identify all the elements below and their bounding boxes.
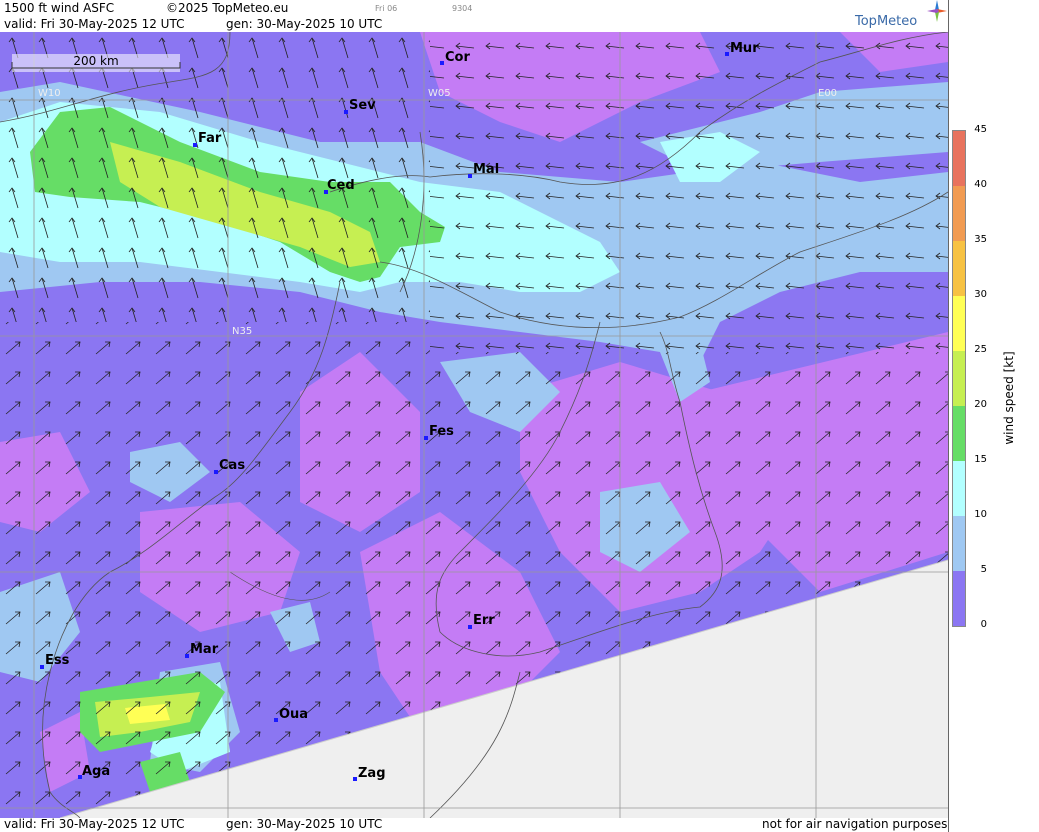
color-scale-5 (953, 571, 965, 626)
legend-tick: 45 (974, 124, 987, 135)
color-scale-10 (953, 516, 965, 571)
city-label: Ced (327, 178, 355, 193)
valid-time: valid: Fri 30-May-2025 12 UTC (4, 17, 185, 31)
city-ess[interactable]: Ess (40, 653, 70, 669)
city-zag[interactable]: Zag (353, 766, 386, 781)
footer-valid-time: valid: Fri 30-May-2025 12 UTC (4, 817, 185, 831)
chart-title: 1500 ft wind ASFC (4, 1, 115, 15)
city-label: Cas (219, 458, 245, 473)
color-scale-40 (953, 186, 965, 241)
disclaimer: not for air navigation purposes (762, 817, 948, 831)
color-scale-15 (953, 461, 965, 516)
city-label: Err (473, 613, 495, 628)
logo-text: TopMeteo (855, 14, 918, 29)
city-label: Aga (82, 764, 110, 779)
city-label: Ess (45, 653, 70, 668)
city-label: Sev (349, 98, 376, 113)
legend-title: wind speed [kt] (1002, 351, 1016, 445)
legend-panel: 45 40 35 30 25 20 15 10 5 0 wind speed [… (948, 0, 1039, 832)
city-oua[interactable]: Oua (274, 707, 308, 722)
footer-generated-time: gen: 30-May-2025 10 UTC (226, 817, 383, 831)
scale-bar: 200 km (11, 54, 181, 72)
city-cas[interactable]: Cas (214, 458, 245, 474)
city-aga[interactable]: Aga (78, 764, 110, 779)
city-label: Mur (730, 41, 759, 56)
city-mal[interactable]: Mal (468, 162, 499, 178)
legend-tick: 5 (980, 564, 987, 575)
legend-tick: 10 (974, 509, 987, 520)
city-label: Far (198, 131, 222, 146)
color-scale-35 (953, 241, 965, 296)
city-mar[interactable]: Mar (185, 642, 219, 658)
wind-arrows-east-sector (430, 32, 948, 352)
city-far[interactable]: Far (193, 131, 222, 147)
color-scale-20 (953, 406, 965, 461)
grid-label-e00: E00 (818, 88, 837, 99)
run-code: 9304 (452, 4, 473, 13)
legend-tick: 35 (974, 234, 987, 245)
city-cor[interactable]: Cor (440, 50, 470, 65)
city-sev[interactable]: Sev (344, 98, 376, 114)
city-fes[interactable]: Fes (424, 424, 454, 440)
grid-label-w05: W05 (428, 88, 451, 99)
wind-map[interactable]: W10 W05 E00 N35 200 km Cor Mur Sev Far M… (0, 32, 948, 818)
header-bar: 1500 ft wind ASFC ©2025 TopMeteo.eu Fri … (0, 0, 948, 32)
grid-label-w10: W10 (38, 88, 61, 99)
city-ced[interactable]: Ced (324, 178, 355, 194)
color-scale-25 (953, 351, 965, 406)
legend-tick: 0 (980, 619, 987, 630)
wind-arrows-north-sector (0, 32, 430, 322)
day-code: Fri 06 (375, 4, 398, 13)
legend-tick: 20 (974, 399, 987, 410)
city-label: Cor (445, 50, 470, 65)
color-scale-45 (953, 131, 965, 186)
city-mur[interactable]: Mur (725, 41, 759, 56)
scale-label: 200 km (73, 54, 118, 68)
color-scale-30 (953, 296, 965, 351)
legend-tick: 30 (974, 289, 987, 300)
map-canvas: W10 W05 E00 N35 200 km Cor Mur Sev Far M… (0, 32, 948, 818)
generated-time: gen: 30-May-2025 10 UTC (226, 17, 383, 31)
city-label: Mal (473, 162, 499, 177)
city-label: Zag (358, 766, 386, 781)
legend-tick: 25 (974, 344, 987, 355)
legend-tick: 15 (974, 454, 987, 465)
color-scale-bar (952, 130, 966, 627)
city-label: Oua (279, 707, 308, 722)
city-label: Mar (190, 642, 219, 657)
legend-tick: 40 (974, 179, 987, 190)
grid-label-n35: N35 (232, 326, 252, 337)
copyright: ©2025 TopMeteo.eu (166, 1, 289, 15)
city-err[interactable]: Err (468, 613, 495, 629)
footer-bar: valid: Fri 30-May-2025 12 UTC gen: 30-Ma… (0, 817, 948, 832)
compass-star-icon (927, 0, 947, 22)
city-label: Fes (429, 424, 454, 439)
